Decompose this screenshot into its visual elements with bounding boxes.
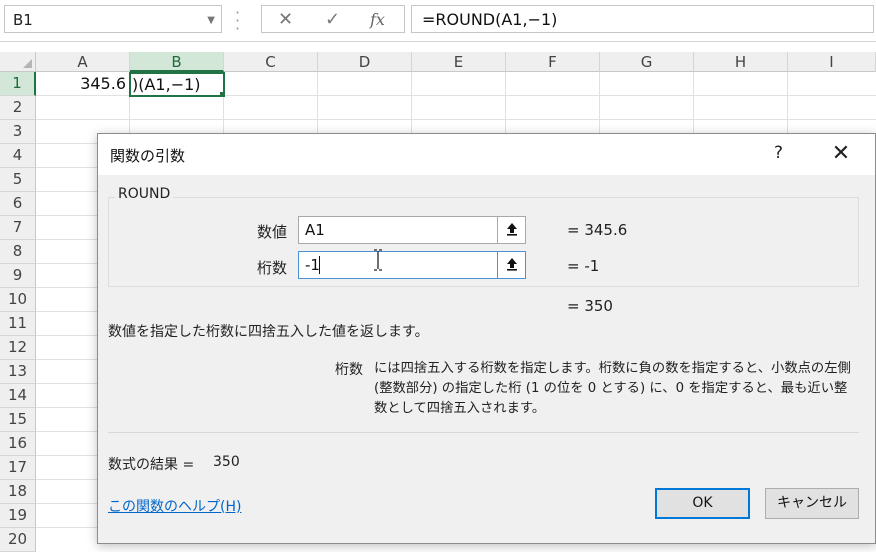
- row-header-11[interactable]: 11: [0, 312, 36, 336]
- collapse-dialog-icon[interactable]: [497, 251, 526, 279]
- result-label: 数式の結果 =: [108, 457, 195, 473]
- row-header-2[interactable]: 2: [0, 96, 36, 120]
- row-header-7[interactable]: 7: [0, 216, 36, 240]
- arg-value-digits: -1: [305, 256, 320, 274]
- column-header-f[interactable]: F: [506, 52, 600, 72]
- column-header-b[interactable]: B: [130, 52, 224, 72]
- row-header-19[interactable]: 19: [0, 504, 36, 528]
- column-header-c[interactable]: C: [224, 52, 318, 72]
- cancel-button[interactable]: キャンセル: [765, 488, 859, 519]
- ibeam-cursor-icon: [374, 249, 382, 271]
- chevron-down-icon[interactable]: ▼: [207, 15, 215, 26]
- row-header-20[interactable]: 20: [0, 528, 36, 552]
- function-help-link[interactable]: この関数のヘルプ(H): [108, 496, 241, 516]
- row-header-1[interactable]: 1: [0, 72, 36, 96]
- function-name: ROUND: [115, 186, 174, 202]
- divider: [108, 432, 859, 433]
- select-all-button[interactable]: [0, 52, 36, 72]
- dialog-titlebar[interactable]: 関数の引数 ? ✕: [98, 134, 875, 175]
- column-header-h[interactable]: H: [694, 52, 788, 72]
- name-box-value: B1: [13, 11, 33, 29]
- arg-result-digits: = -1: [567, 257, 600, 275]
- column-header-d[interactable]: D: [318, 52, 412, 72]
- ok-button[interactable]: OK: [655, 488, 750, 519]
- row-header-9[interactable]: 9: [0, 264, 36, 288]
- cancel-icon[interactable]: ✕: [278, 9, 293, 30]
- result-value: 350: [213, 454, 240, 470]
- arg-label-digits: 桁数: [256, 259, 287, 277]
- arg-description-name: 桁数: [335, 362, 363, 378]
- row-header-5[interactable]: 5: [0, 168, 36, 192]
- formula-input[interactable]: =ROUND(A1,−1): [411, 5, 874, 33]
- arg-input-number[interactable]: A1: [298, 216, 526, 244]
- function-description: 数値を指定した桁数に四捨五入した値を返します。: [108, 324, 429, 340]
- arg-input-digits[interactable]: -1: [298, 251, 526, 279]
- row-header-15[interactable]: 15: [0, 408, 36, 432]
- insert-function-icon[interactable]: fx: [370, 10, 385, 29]
- arg-label-number: 数値: [256, 223, 287, 241]
- arg-value-number: A1: [305, 221, 325, 239]
- row-header-8[interactable]: 8: [0, 240, 36, 264]
- arg-description: には四捨五入する桁数を指定します。桁数に負の数を指定すると、小数点の左側 (整数…: [374, 361, 851, 416]
- dialog-title: 関数の引数: [110, 147, 186, 165]
- formula-bar: B1 ▼ · · · ✕ ✓ fx =ROUND(A1,−1): [0, 0, 876, 42]
- row-header-13[interactable]: 13: [0, 360, 36, 384]
- formula-text: =ROUND(A1,−1): [422, 10, 558, 29]
- cell-b1[interactable]: )(A1,−1): [129, 72, 225, 97]
- column-header-g[interactable]: G: [600, 52, 694, 72]
- row-header-6[interactable]: 6: [0, 192, 36, 216]
- arg-result-number: = 345.6: [567, 221, 628, 239]
- collapse-dialog-icon[interactable]: [497, 217, 525, 243]
- row-header-17[interactable]: 17: [0, 456, 36, 480]
- row-header-4[interactable]: 4: [0, 144, 36, 168]
- row-header-10[interactable]: 10: [0, 288, 36, 312]
- row-header-12[interactable]: 12: [0, 336, 36, 360]
- row-header-16[interactable]: 16: [0, 432, 36, 456]
- formula-buttons: ✕ ✓ fx: [261, 5, 405, 33]
- help-button[interactable]: ?: [774, 143, 783, 163]
- formula-preview: = 350: [567, 297, 613, 315]
- row-header-18[interactable]: 18: [0, 480, 36, 504]
- cell-a1[interactable]: 345.6: [36, 72, 129, 96]
- function-arguments-dialog: 関数の引数 ? ✕ ROUND 数値 A1 = 345.6 桁数 -1 = -1…: [97, 133, 876, 544]
- column-header-a[interactable]: A: [36, 52, 130, 72]
- close-button[interactable]: ✕: [826, 138, 856, 170]
- drag-handle-icon[interactable]: · · ·: [235, 5, 240, 37]
- column-header-e[interactable]: E: [412, 52, 506, 72]
- column-header-i[interactable]: I: [788, 52, 876, 72]
- name-box[interactable]: B1 ▼: [4, 5, 222, 33]
- row-header-14[interactable]: 14: [0, 384, 36, 408]
- row-header-3[interactable]: 3: [0, 120, 36, 144]
- enter-icon[interactable]: ✓: [325, 9, 340, 30]
- text-caret: [319, 256, 320, 274]
